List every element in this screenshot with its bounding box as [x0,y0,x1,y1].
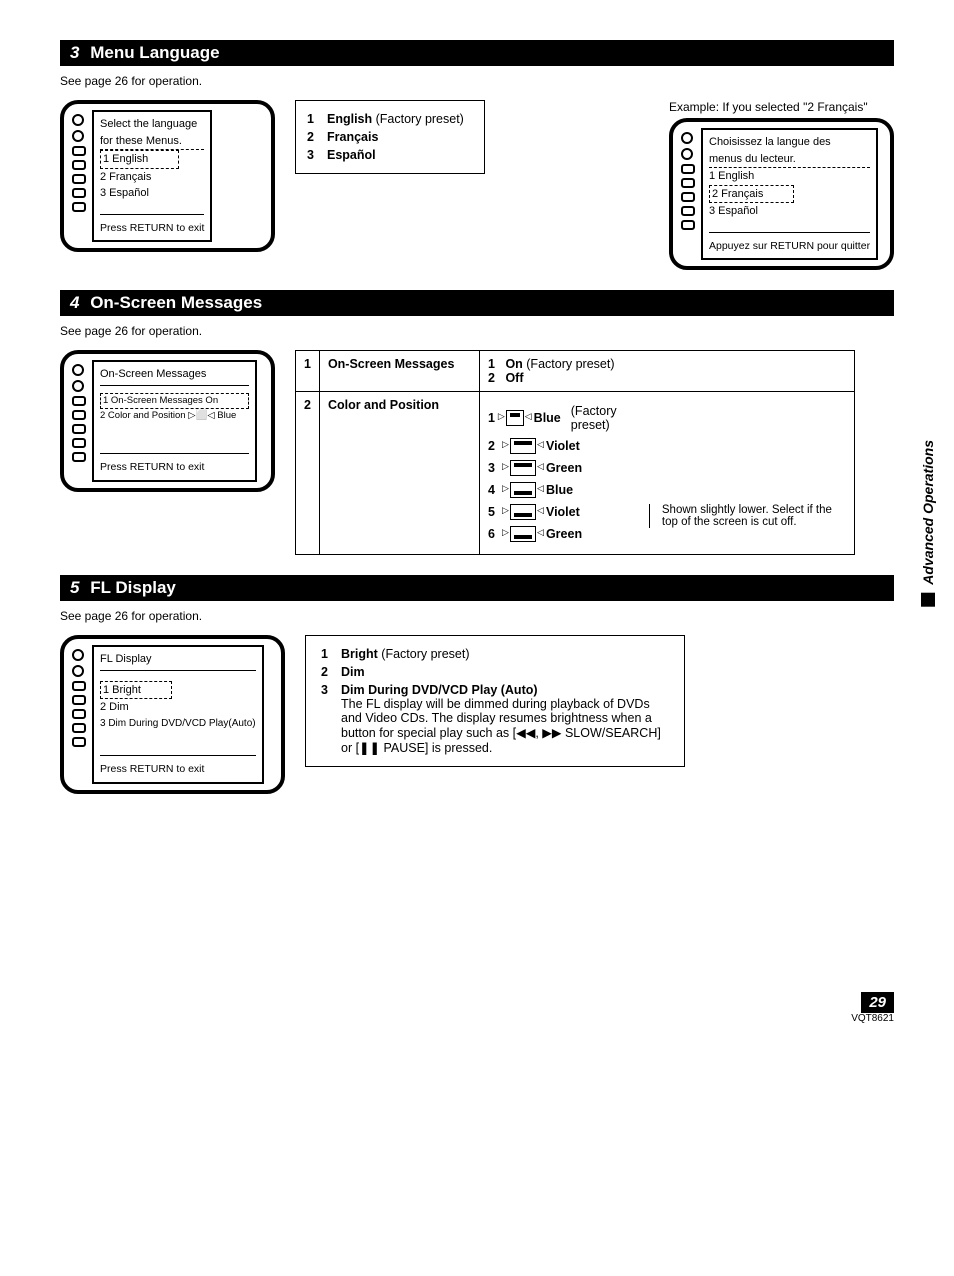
osd-screen-english: Select the language for these Menus. 1 E… [60,100,275,252]
page-number: 29 [861,992,894,1013]
language-options: 1English (Factory preset) 2Français 3Esp… [295,100,485,174]
section-header-menu-language: 3 Menu Language [60,40,894,66]
example-label: Example: If you selected "2 Français" [669,100,894,114]
osd-screen-messages: On-Screen Messages 1 On-Screen Messages … [60,350,275,492]
menu-icons [679,128,697,260]
menu-icons [70,110,88,242]
note-text: See page 26 for operation. [60,324,894,338]
menu-icons [70,360,88,482]
bracket-note: Shown slightly lower. Select if the top … [649,504,846,528]
section-header-fl-display: 5 FL Display [60,575,894,601]
on-screen-table: 1 On-Screen Messages 1 On (Factory prese… [295,350,855,555]
fl-options: 1Bright (Factory preset) 2Dim 3Dim Durin… [305,635,685,767]
menu-icons [70,645,88,783]
section-header-on-screen: 4 On-Screen Messages [60,290,894,316]
note-text: See page 26 for operation. [60,609,894,623]
page-footer: 29 VQT8621 [60,994,894,1024]
note-text: See page 26 for operation. [60,74,894,88]
osd-screen-french: Choisissez la langue des menus du lecteu… [669,118,894,270]
osd-screen-fl: FL Display 1 Bright 2 Dim 3 Dim During D… [60,635,285,793]
doc-code: VQT8621 [60,1013,894,1024]
side-tab: Advanced Operations [920,440,936,607]
